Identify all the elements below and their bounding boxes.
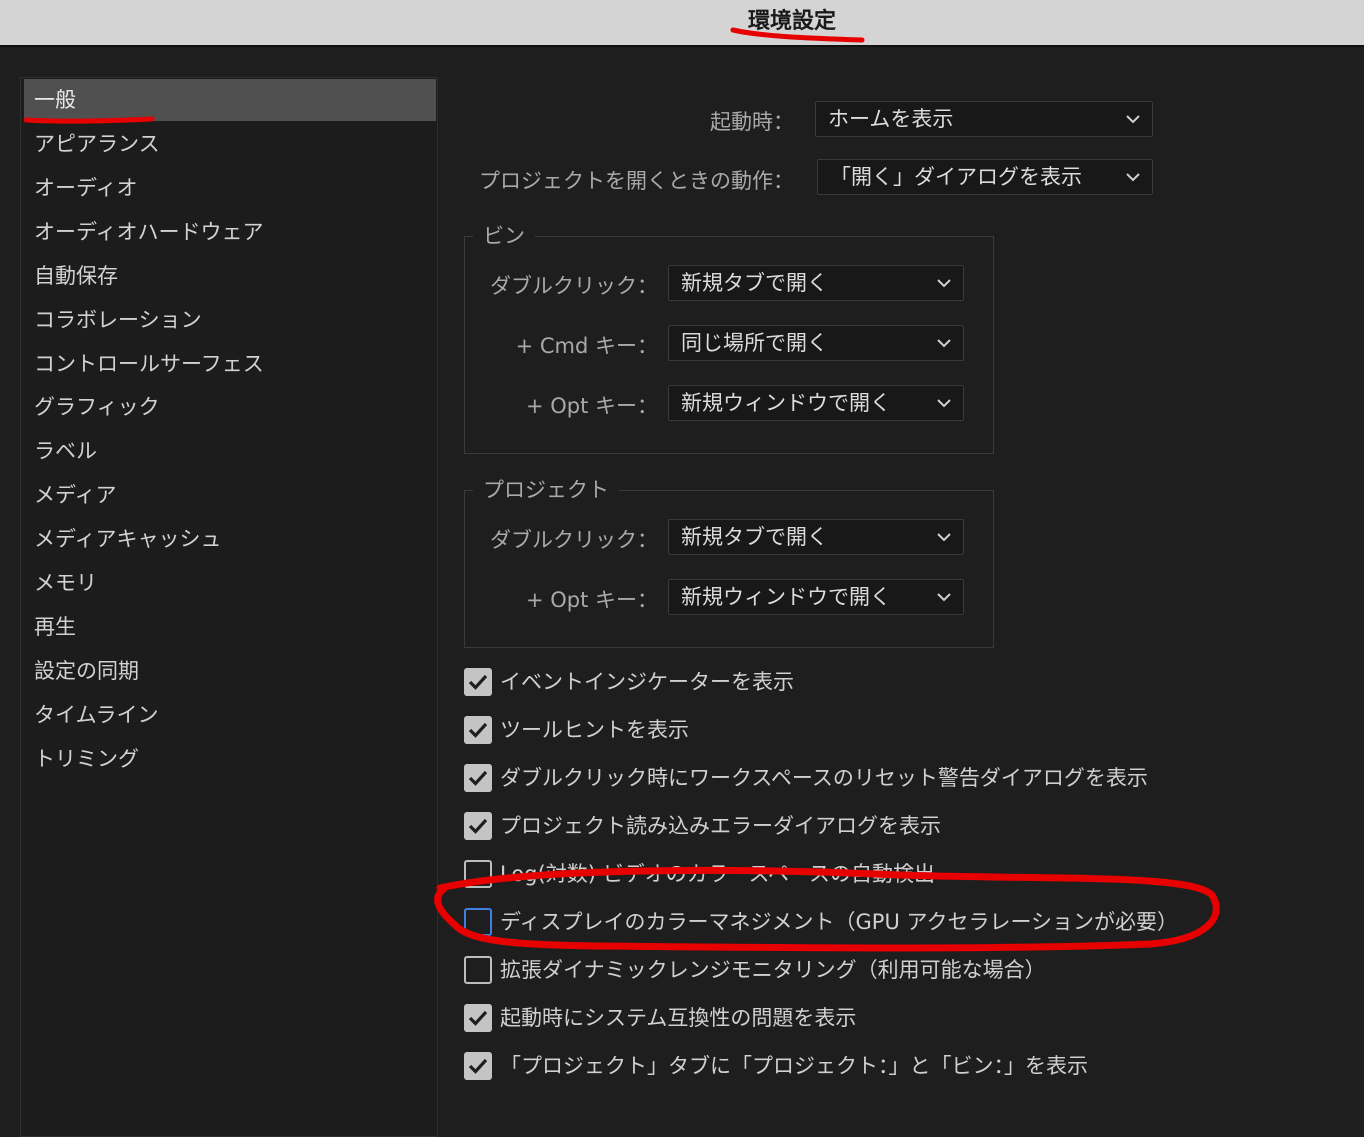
checkmark-icon [468, 770, 488, 786]
project-group [464, 490, 994, 648]
general-settings-panel: 起動時： ホームを表示 プロジェクトを開くときの動作： 「開く」ダイアログを表示… [440, 48, 1364, 1124]
checkmark-icon [468, 818, 488, 834]
checkmark-icon [468, 1058, 488, 1074]
chevron-down-icon [937, 533, 951, 542]
startup-select-value: ホームを表示 [828, 107, 954, 131]
category-sidebar: 一般 アピアランス オーディオ オーディオハードウェア 自動保存 コラボレーショ… [20, 77, 438, 1137]
sidebar-item-media-cache[interactable]: メディアキャッシュ [24, 518, 436, 560]
checkbox-label: プロジェクト読み込みエラーダイアログを表示 [500, 814, 941, 838]
sidebar-item-memory[interactable]: メモリ [24, 562, 436, 604]
log-color-space-detect-checkbox[interactable] [464, 860, 492, 888]
project-tab-prefix-checkbox[interactable] [464, 1052, 492, 1080]
sidebar-item-graphics[interactable]: グラフィック [24, 386, 436, 428]
project-double-click-select[interactable]: 新規タブで開く [668, 519, 964, 555]
bin-double-click-select[interactable]: 新規タブで開く [668, 265, 964, 301]
sidebar-item-playback[interactable]: 再生 [24, 606, 436, 648]
startup-label: 起動時： [710, 110, 794, 134]
sidebar-item-audio-hardware[interactable]: オーディオハードウェア [24, 211, 436, 253]
bin-cmd-select[interactable]: 同じ場所で開く [668, 325, 964, 361]
checkbox-label: ダブルクリック時にワークスペースのリセット警告ダイアログを表示 [500, 766, 1148, 790]
project-double-click-label: ダブルクリック： [490, 528, 658, 552]
project-opt-select[interactable]: 新規ウィンドウで開く [668, 579, 964, 615]
sidebar-item-auto-save[interactable]: 自動保存 [24, 255, 436, 297]
show-event-indicators-checkbox[interactable] [464, 668, 492, 696]
bin-group-title: ビン [473, 220, 535, 250]
hdr-monitoring-checkbox[interactable] [464, 956, 492, 984]
window-title: 環境設定 [747, 9, 836, 34]
project-opt-value: 新規ウィンドウで開く [681, 585, 891, 609]
checkbox-label: Log(対数) ビデオのカラースペースの自動検出 [500, 862, 935, 886]
chevron-down-icon [1126, 173, 1140, 182]
bin-cmd-label: + Cmd キー： [515, 334, 658, 358]
chevron-down-icon [1126, 115, 1140, 124]
bin-opt-label: + Opt キー： [525, 394, 658, 418]
open-project-select[interactable]: 「開く」ダイアログを表示 [817, 159, 1153, 195]
project-double-click-value: 新規タブで開く [681, 525, 828, 549]
chevron-down-icon [937, 279, 951, 288]
sidebar-item-appearance[interactable]: アピアランス [24, 123, 436, 165]
project-opt-label: + Opt キー： [525, 588, 658, 612]
bin-cmd-value: 同じ場所で開く [681, 331, 828, 355]
sidebar-item-labels[interactable]: ラベル [24, 430, 436, 472]
sidebar-item-sync-settings[interactable]: 設定の同期 [24, 650, 436, 692]
startup-select[interactable]: ホームを表示 [815, 101, 1153, 137]
checkbox-label: 起動時にシステム互換性の問題を表示 [500, 1006, 857, 1030]
checkmark-icon [468, 722, 488, 738]
sidebar-item-general[interactable]: 一般 [24, 79, 436, 121]
project-load-error-dialog-checkbox[interactable] [464, 812, 492, 840]
workspace-reset-warning-checkbox[interactable] [464, 764, 492, 792]
bin-opt-select[interactable]: 新規ウィンドウで開く [668, 385, 964, 421]
checkmark-icon [468, 674, 488, 690]
checkmark-icon [468, 1010, 488, 1026]
sidebar-item-collaboration[interactable]: コラボレーション [24, 299, 436, 341]
sidebar-item-timeline[interactable]: タイムライン [24, 694, 436, 736]
open-project-label: プロジェクトを開くときの動作： [479, 169, 794, 193]
sidebar-item-trimming[interactable]: トリミング [24, 738, 436, 780]
startup-compatibility-issues-checkbox[interactable] [464, 1004, 492, 1032]
checkbox-label: ディスプレイのカラーマネジメント（GPU アクセラレーションが必要） [500, 910, 1179, 934]
checkbox-label: イベントインジケーターを表示 [500, 670, 794, 694]
open-project-select-value: 「開く」ダイアログを表示 [830, 165, 1082, 189]
display-color-management-checkbox[interactable] [464, 908, 492, 936]
checkbox-label: 拡張ダイナミックレンジモニタリング（利用可能な場合） [500, 958, 1046, 982]
chevron-down-icon [937, 339, 951, 348]
project-group-title: プロジェクト [473, 474, 619, 504]
sidebar-item-control-surface[interactable]: コントロールサーフェス [24, 343, 436, 385]
bin-opt-value: 新規ウィンドウで開く [681, 391, 891, 415]
checkbox-label: ツールヒントを表示 [500, 718, 689, 742]
chevron-down-icon [937, 593, 951, 602]
bin-double-click-value: 新規タブで開く [681, 271, 828, 295]
sidebar-item-media[interactable]: メディア [24, 474, 436, 516]
checkbox-label: 「プロジェクト」タブに「プロジェクト：」と「ビン：」を表示 [500, 1054, 1088, 1078]
chevron-down-icon [937, 399, 951, 408]
sidebar-item-audio[interactable]: オーディオ [24, 167, 436, 209]
show-tool-tips-checkbox[interactable] [464, 716, 492, 744]
title-bar: 環境設定 [0, 0, 1364, 47]
bin-double-click-label: ダブルクリック： [490, 274, 658, 298]
